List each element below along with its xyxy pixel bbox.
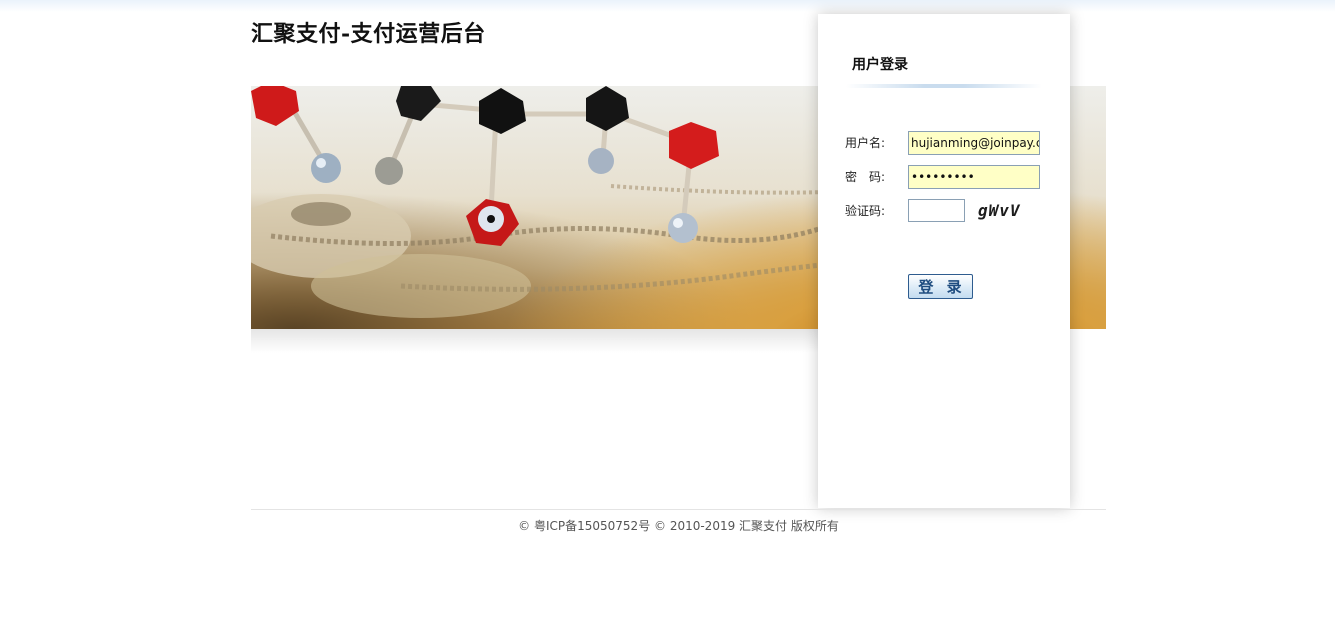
- login-button[interactable]: 登 录: [908, 274, 973, 299]
- captcha-input[interactable]: [908, 199, 965, 222]
- login-panel: 用户登录 用户名: hujianming@joinpay.cc 密 码: •••…: [818, 14, 1070, 508]
- banner-shadow: [251, 329, 818, 353]
- top-gradient-strip: [0, 0, 1335, 12]
- password-label: 密 码:: [845, 170, 886, 184]
- captcha-label: 验证码:: [845, 204, 886, 218]
- username-input[interactable]: hujianming@joinpay.cc: [908, 131, 1040, 155]
- captcha-image[interactable]: gWvV: [978, 200, 1040, 222]
- username-label: 用户名:: [845, 136, 886, 150]
- page-title: 汇聚支付-支付运营后台: [251, 21, 486, 47]
- footer-copyright: © 粤ICP备15050752号 © 2010-2019 汇聚支付 版权所有: [518, 519, 839, 533]
- login-title: 用户登录: [852, 57, 908, 73]
- title-divider: [846, 84, 1042, 88]
- password-input[interactable]: •••••••••: [908, 165, 1040, 189]
- footer-divider: [251, 509, 1106, 510]
